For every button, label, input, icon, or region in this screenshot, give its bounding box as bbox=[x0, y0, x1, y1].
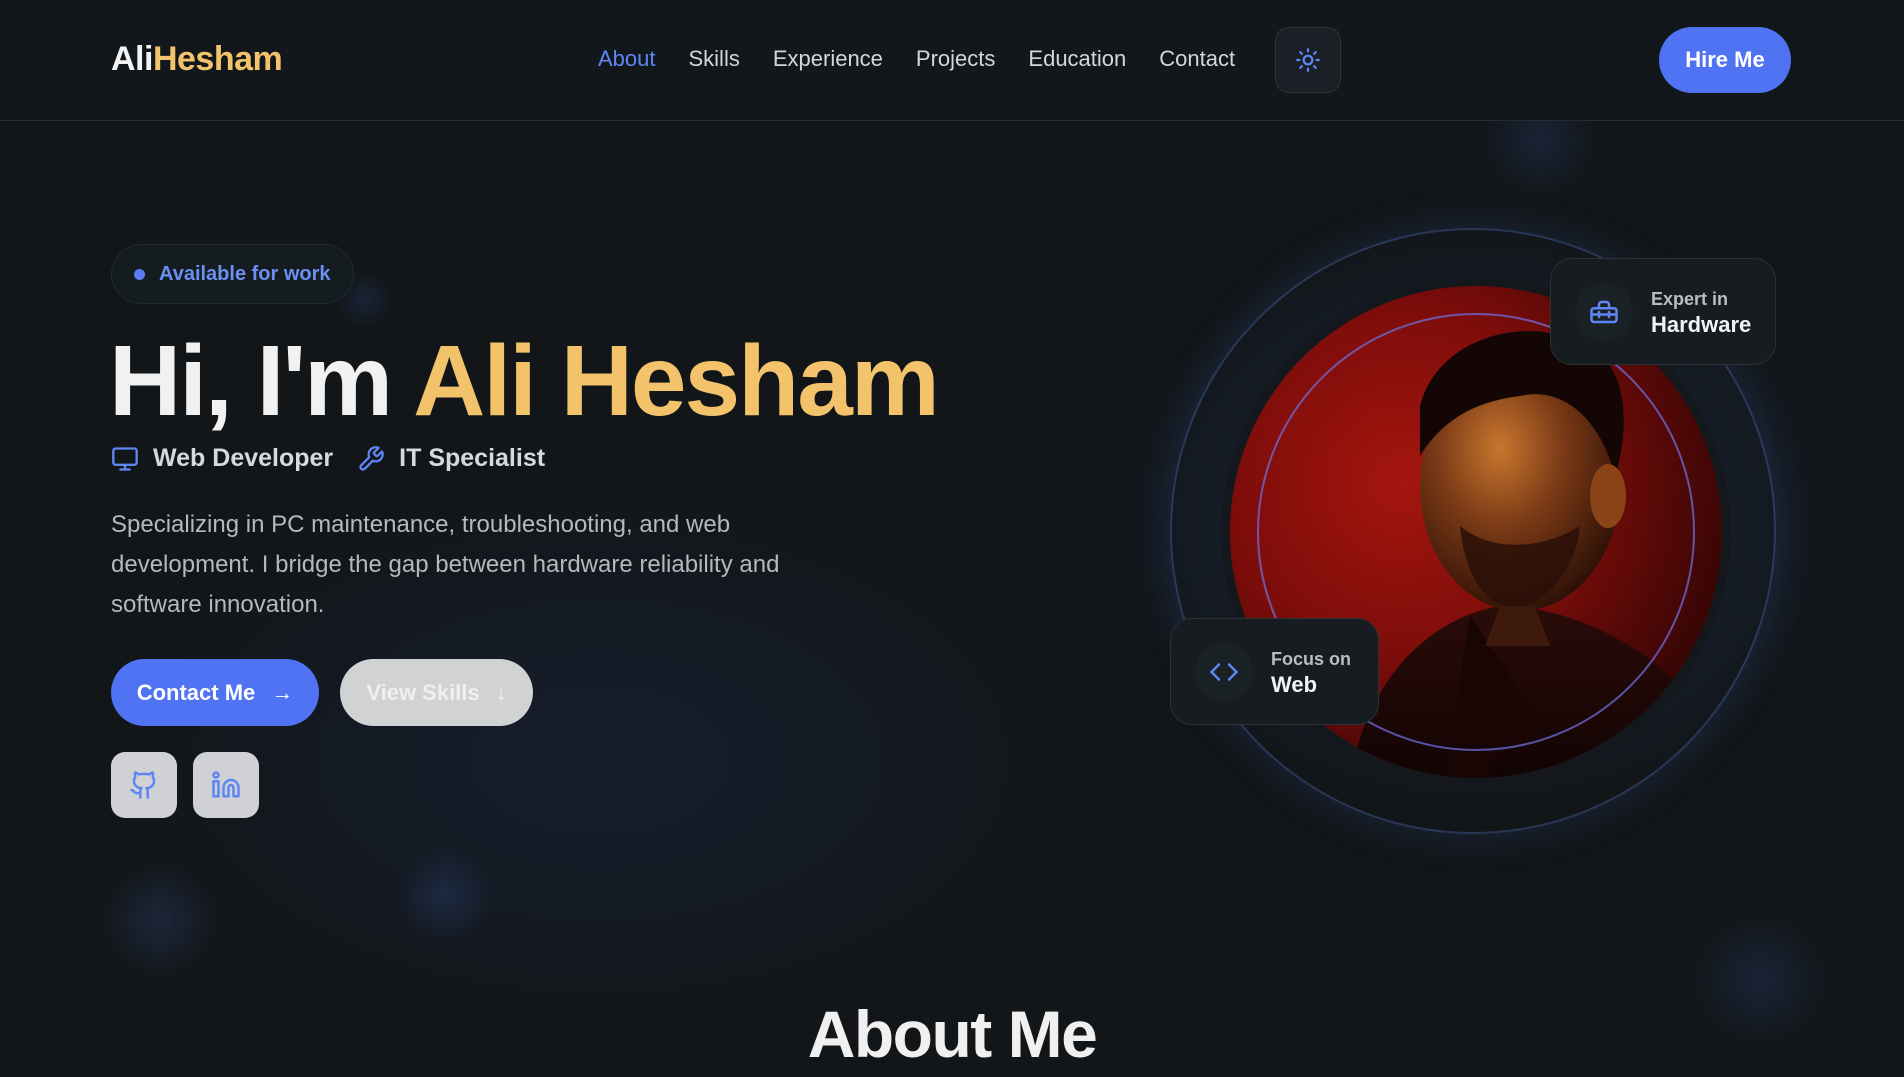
nav-skills[interactable]: Skills bbox=[689, 46, 740, 72]
github-icon bbox=[130, 771, 156, 799]
arrow-down-icon: ↓ bbox=[495, 679, 507, 705]
logo-last: Hesham bbox=[152, 40, 283, 78]
arrow-right-icon: → bbox=[271, 679, 294, 705]
monitor-icon bbox=[112, 446, 138, 471]
nav-about[interactable]: About bbox=[598, 46, 656, 72]
logo-first: Ali bbox=[111, 40, 153, 78]
card-icon-wrap bbox=[1195, 642, 1253, 701]
code-icon bbox=[1210, 662, 1238, 681]
card-caption: Expert in bbox=[1651, 288, 1729, 309]
wrench-icon bbox=[359, 445, 384, 471]
nav-contact[interactable]: Contact bbox=[1159, 46, 1235, 72]
availability-text: Available for work bbox=[159, 262, 331, 285]
card-heading: Hardware bbox=[1651, 311, 1752, 337]
about-section-title: About Me bbox=[807, 997, 1098, 1071]
focus-web-card: Focus on Web bbox=[1170, 618, 1379, 725]
card-heading: Web bbox=[1271, 671, 1318, 697]
view-skills-label: View Skills bbox=[366, 679, 480, 705]
site-header: AliHesham About Skills Experience Projec… bbox=[0, 0, 1904, 121]
github-link[interactable] bbox=[111, 752, 177, 818]
role-list: Web Developer IT Specialist bbox=[111, 444, 545, 473]
linkedin-link[interactable] bbox=[193, 752, 259, 818]
nav-experience[interactable]: Experience bbox=[773, 46, 883, 72]
toolbox-icon bbox=[1590, 300, 1618, 323]
role-web-developer: Web Developer bbox=[111, 444, 333, 473]
status-dot bbox=[134, 268, 145, 280]
sun-icon bbox=[1296, 48, 1320, 72]
role-label: Web Developer bbox=[153, 444, 334, 472]
hero-title-greeting: Hi, I'm bbox=[109, 325, 414, 437]
hire-me-button[interactable]: Hire Me bbox=[1659, 27, 1791, 93]
nav-projects[interactable]: Projects bbox=[916, 46, 995, 72]
theme-toggle-button[interactable] bbox=[1275, 27, 1341, 93]
card-icon-wrap bbox=[1575, 282, 1633, 341]
contact-me-label: Contact Me bbox=[136, 679, 256, 705]
contact-me-button[interactable]: Contact Me → bbox=[111, 659, 319, 726]
availability-badge: Available for work bbox=[111, 244, 354, 304]
hero-title-name: Ali Hesham bbox=[413, 325, 940, 437]
expert-hardware-card: Expert in Hardware bbox=[1550, 258, 1776, 365]
main-nav: About Skills Experience Projects Educati… bbox=[598, 46, 1235, 72]
card-text: Focus on Web bbox=[1271, 647, 1351, 697]
card-caption: Focus on bbox=[1271, 648, 1351, 669]
hero-description: Specializing in PC maintenance, troubles… bbox=[111, 511, 780, 618]
hero-title: Hi, I'm Ali Hesham bbox=[109, 325, 940, 437]
site-logo[interactable]: AliHesham bbox=[111, 40, 283, 79]
card-text: Expert in Hardware bbox=[1651, 287, 1751, 337]
nav-education[interactable]: Education bbox=[1028, 46, 1126, 72]
linkedin-icon bbox=[212, 771, 240, 798]
role-it-specialist: IT Specialist bbox=[357, 444, 545, 473]
role-label: IT Specialist bbox=[399, 444, 546, 472]
view-skills-button[interactable]: View Skills ↓ bbox=[340, 659, 533, 726]
